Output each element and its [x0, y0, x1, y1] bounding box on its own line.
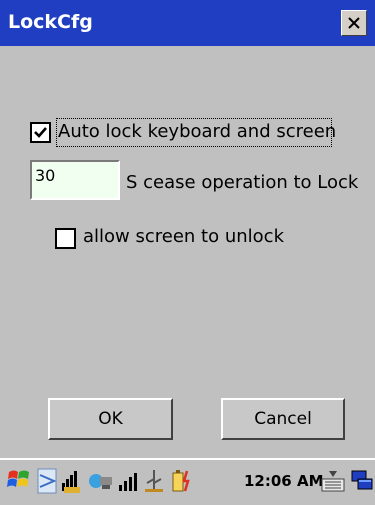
dialog-body: Auto lock keyboard and screen 30 S cease… [0, 46, 375, 458]
auto-lock-checkbox[interactable] [30, 122, 51, 143]
taskbar: 12:06 AM [0, 458, 375, 505]
checkmark-icon [34, 127, 47, 138]
auto-lock-label[interactable]: Auto lock keyboard and screen [58, 121, 336, 142]
battery-icon[interactable] [167, 467, 193, 495]
timeout-input[interactable]: 30 [30, 160, 120, 200]
allow-unlock-checkbox[interactable] [55, 228, 76, 249]
network-icon[interactable] [86, 467, 114, 495]
window-title: LockCfg [8, 11, 93, 33]
close-button[interactable] [341, 10, 367, 36]
title-bar: LockCfg [0, 0, 375, 46]
connection-icon[interactable] [36, 467, 58, 495]
timeout-suffix-label: S cease operation to Lock [126, 172, 359, 193]
desktop-icon[interactable] [350, 467, 374, 495]
keyboard-icon[interactable] [319, 467, 347, 495]
clock[interactable]: 12:06 AM [244, 472, 324, 490]
usb-icon[interactable] [141, 467, 167, 495]
start-flag-icon[interactable] [6, 467, 32, 493]
allow-unlock-label[interactable]: allow screen to unlock [83, 226, 284, 247]
cancel-button[interactable]: Cancel [221, 398, 345, 440]
signal-icon[interactable] [60, 467, 84, 495]
close-icon [348, 17, 360, 29]
ok-button[interactable]: OK [48, 398, 173, 440]
signal-bars-icon[interactable] [117, 467, 139, 495]
